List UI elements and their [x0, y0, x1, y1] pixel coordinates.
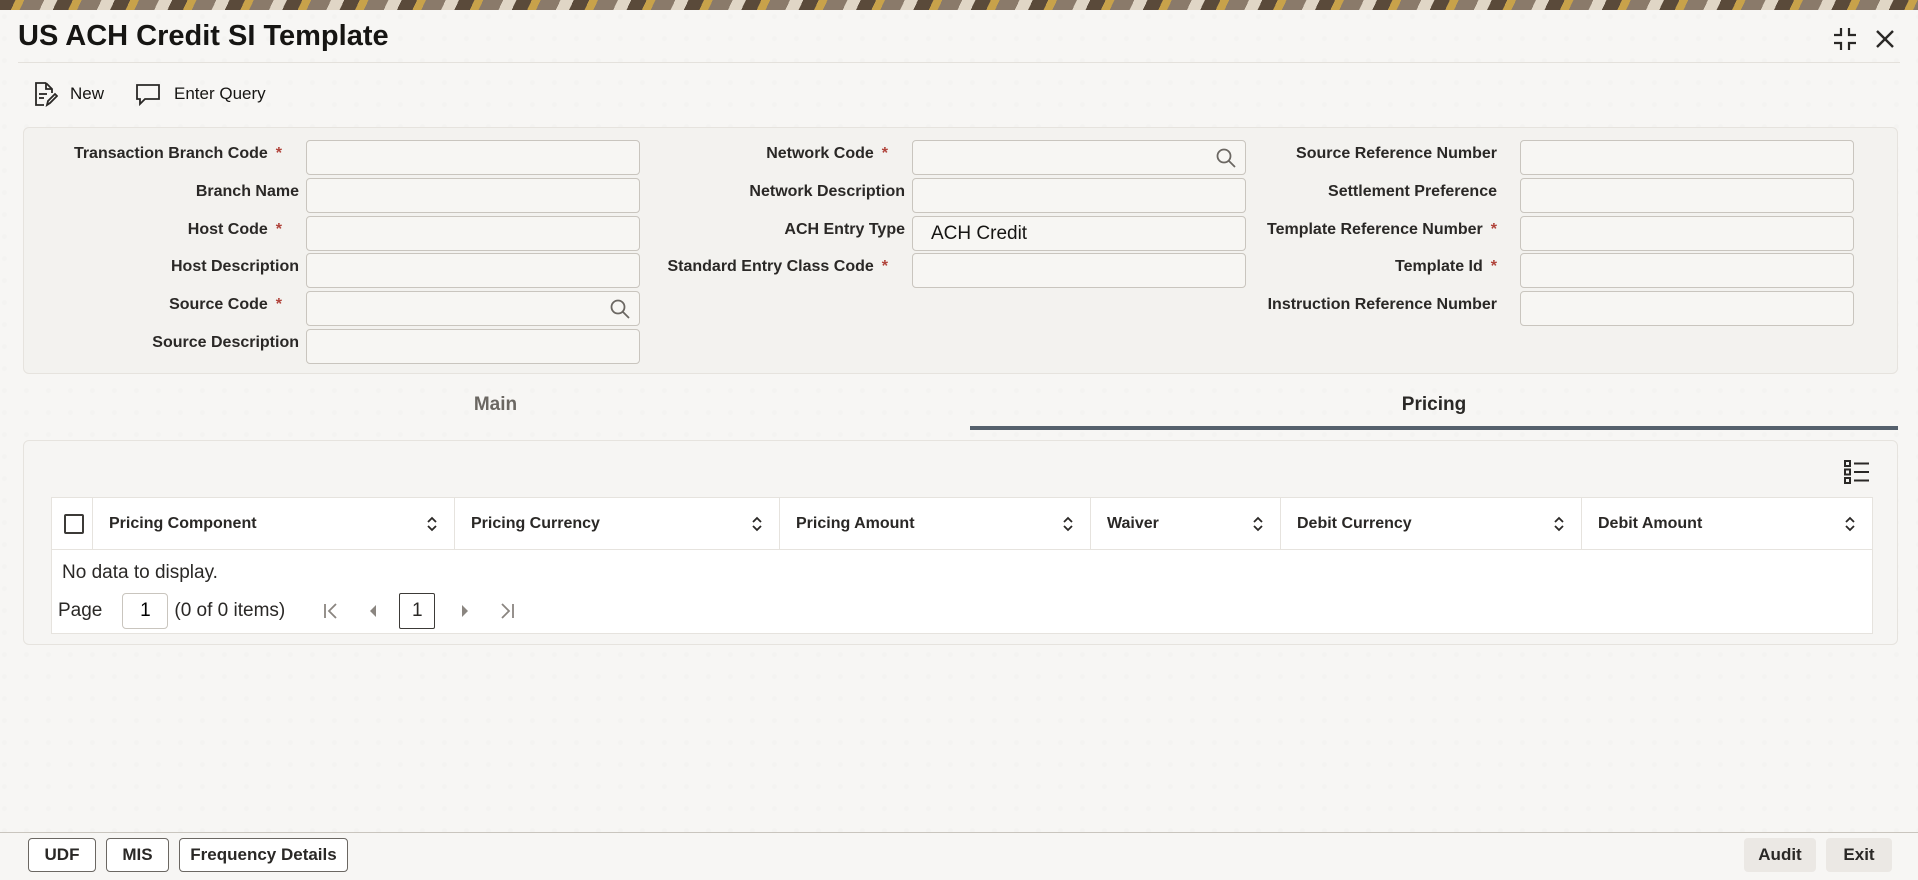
network-code-input[interactable]	[912, 140, 1246, 175]
host-description-input[interactable]	[306, 253, 640, 288]
first-page-icon[interactable]	[319, 599, 343, 623]
sort-icon[interactable]	[1549, 514, 1569, 534]
host-code-label: Host Code *	[187, 221, 282, 238]
col-header-label: Pricing Currency	[471, 515, 600, 532]
network-code-search-icon[interactable]	[1215, 147, 1237, 169]
sort-icon[interactable]	[1840, 514, 1860, 534]
source-reference-number-label: Source Reference Number	[1296, 145, 1497, 162]
collapse-icon[interactable]	[1830, 24, 1860, 54]
pagination: Page (0 of 0 items) 1	[58, 592, 519, 630]
source-description-input[interactable]	[306, 329, 640, 364]
col-header-pricing-amount[interactable]: Pricing Amount	[780, 498, 1091, 550]
select-all-checkbox[interactable]	[64, 514, 84, 534]
last-page-icon[interactable]	[495, 599, 519, 623]
current-page-button[interactable]: 1	[399, 593, 436, 629]
ach-entry-type-input[interactable]	[912, 216, 1246, 251]
col-header-label: Waiver	[1107, 515, 1159, 532]
title-divider	[18, 62, 1900, 63]
banner-strip	[0, 0, 1918, 10]
transaction-branch-code-input[interactable]	[306, 140, 640, 175]
close-icon[interactable]	[1870, 24, 1900, 54]
branch-name-input[interactable]	[306, 178, 640, 213]
sort-icon[interactable]	[422, 514, 442, 534]
previous-page-icon[interactable]	[361, 599, 385, 623]
new-document-icon	[35, 82, 58, 108]
table-header-row: Pricing Component Pricing Currency Prici…	[52, 498, 1872, 550]
audit-button[interactable]: Audit	[1744, 838, 1816, 872]
source-code-search-icon[interactable]	[609, 298, 631, 320]
query-bubble-icon	[136, 84, 160, 107]
branch-name-label: Branch Name	[195, 183, 299, 200]
items-summary: (0 of 0 items)	[174, 600, 286, 621]
template-id-input[interactable]	[1520, 253, 1854, 288]
sort-icon[interactable]	[1248, 514, 1268, 534]
sort-icon[interactable]	[1058, 514, 1078, 534]
page-number-input[interactable]	[122, 593, 169, 629]
enter-query-button[interactable]: Enter Query	[134, 80, 266, 108]
mis-button[interactable]: MIS	[106, 838, 169, 872]
page-title: US ACH Credit SI Template	[18, 20, 389, 52]
header-form-panel: Transaction Branch Code * Branch Name Hos…	[23, 127, 1898, 374]
new-button-label: New	[70, 84, 105, 103]
standard-entry-class-code-input[interactable]	[912, 253, 1246, 288]
sort-icon[interactable]	[747, 514, 767, 534]
ach-entry-type-label: ACH Entry Type	[784, 221, 905, 238]
toolbar: New Enter Query	[30, 78, 266, 110]
network-code-label: Network Code *	[766, 145, 888, 162]
host-description-label: Host Description	[170, 258, 299, 275]
frequency-details-button[interactable]: Frequency Details	[179, 838, 348, 872]
settlement-preference-input[interactable]	[1520, 178, 1854, 213]
udf-button[interactable]: UDF	[28, 838, 96, 872]
source-reference-number-input[interactable]	[1520, 140, 1854, 175]
instruction-reference-number-label: Instruction Reference Number	[1267, 296, 1497, 313]
column-list-icon[interactable]	[1842, 457, 1872, 487]
col-header-label: Debit Currency	[1297, 515, 1412, 532]
pricing-table: Pricing Component Pricing Currency Prici…	[51, 497, 1873, 634]
col-header-label: Debit Amount	[1598, 515, 1703, 532]
settlement-preference-label: Settlement Preference	[1328, 183, 1497, 200]
source-code-input[interactable]	[306, 291, 640, 326]
page-label: Page	[58, 600, 103, 621]
network-description-label: Network Description	[749, 183, 905, 200]
col-header-label: Pricing Amount	[796, 515, 915, 532]
empty-message: No data to display.	[62, 562, 218, 583]
tab-main[interactable]: Main	[23, 382, 968, 430]
standard-entry-class-code-label: Standard Entry Class Code *	[667, 258, 888, 275]
col-header-debit-amount[interactable]: Debit Amount	[1582, 498, 1872, 550]
select-all-cell	[52, 498, 93, 550]
col-header-debit-currency[interactable]: Debit Currency	[1281, 498, 1582, 550]
next-page-icon[interactable]	[453, 599, 477, 623]
col-header-waiver[interactable]: Waiver	[1091, 498, 1281, 550]
template-reference-number-input[interactable]	[1520, 216, 1854, 251]
new-button[interactable]: New	[30, 80, 104, 108]
col-header-label: Pricing Component	[109, 515, 257, 532]
enter-query-label: Enter Query	[174, 84, 266, 103]
transaction-branch-code-label: Transaction Branch Code *	[73, 145, 282, 162]
col-header-pricing-component[interactable]: Pricing Component	[93, 498, 455, 550]
footer-bar: UDF MIS Frequency Details Audit Exit	[0, 832, 1918, 880]
instruction-reference-number-input[interactable]	[1520, 291, 1854, 326]
source-description-label: Source Description	[152, 334, 299, 351]
template-reference-number-label: Template Reference Number *	[1266, 221, 1497, 238]
source-code-label: Source Code *	[169, 296, 282, 313]
host-code-input[interactable]	[306, 216, 640, 251]
tab-pricing[interactable]: Pricing	[970, 382, 1898, 430]
tab-bar: Main Pricing	[23, 382, 1898, 430]
exit-button[interactable]: Exit	[1826, 838, 1892, 872]
template-id-label: Template Id *	[1395, 258, 1497, 275]
network-description-input[interactable]	[912, 178, 1246, 213]
pricing-panel: Pricing Component Pricing Currency Prici…	[23, 440, 1898, 645]
col-header-pricing-currency[interactable]: Pricing Currency	[455, 498, 780, 550]
